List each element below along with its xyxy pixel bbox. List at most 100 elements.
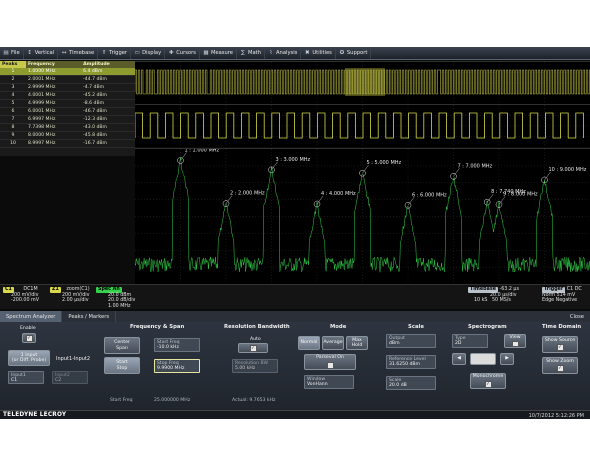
table-row[interactable]: 6 6.0001 MHz -46.7 dBm	[0, 107, 135, 116]
rbw-auto-checkbox[interactable]: ✓	[238, 343, 268, 353]
output-value: dBm	[389, 341, 400, 346]
spec-descriptor[interactable]: Spec An 20.0 dBm 20.0 dB/div 1.00 MHz	[96, 287, 135, 309]
spectrogram-view-checkbox[interactable]: View	[504, 334, 526, 348]
c1-descriptor[interactable]: C1 DC1M 200 mV/div -200.00 mV	[3, 287, 39, 304]
peak-frequency: 2.0001 MHz	[26, 75, 82, 84]
start-freq-readout-label: Start Freq	[110, 398, 133, 403]
table-row[interactable]: 8 7.7398 MHz -43.0 dBm	[0, 123, 135, 132]
z1-badge: Z1	[50, 287, 61, 293]
date-time: 10/7/2012 5:12:26 PM	[528, 412, 584, 419]
single-input-button[interactable]: 1 input (or Diff. Probe)	[8, 350, 50, 366]
menu-item-trigger[interactable]: ⇑ Trigger	[98, 47, 132, 59]
mode-maxhold-button[interactable]: Max Hold	[346, 336, 368, 350]
teledyne-lecroy-logo: TELEDYNE LECROY	[3, 412, 67, 418]
mode-title: Mode	[330, 324, 347, 330]
scale-title: Scale	[408, 324, 424, 330]
menu-item-math[interactable]: ∑ Math	[237, 47, 265, 59]
menu-label: Utilities	[312, 50, 332, 56]
timebase-descriptor[interactable]: Timebase -63.2 µs 20.0 µs/div 10 kS 50 M…	[468, 287, 519, 304]
input-mode-label[interactable]: Input1-Input2	[56, 356, 90, 362]
peak-index: 4	[0, 91, 26, 100]
spectrogram-type-field[interactable]: Type 2D	[452, 334, 488, 348]
output-field[interactable]: Output dBm	[386, 334, 436, 348]
window-field[interactable]: Window VonHann	[304, 375, 354, 389]
peaks-header-peaks[interactable]: Peaks	[0, 61, 26, 68]
trigger-level: 514 mV	[556, 292, 576, 298]
menu-label: Math	[248, 50, 261, 56]
tab-spectrum-analyzer[interactable]: Spectrum Analyzer	[0, 311, 63, 322]
menu-item-utilities[interactable]: ✖ Utilities	[301, 47, 336, 59]
close-button[interactable]: Close	[564, 311, 590, 322]
single-input-line2: (or Diff. Probe)	[11, 358, 47, 363]
mode-average-button[interactable]: Average	[322, 336, 344, 350]
menu-item-cursors[interactable]: ✚ Cursors	[165, 47, 200, 59]
show-source-checkbox[interactable]: Show Source ✓	[542, 336, 578, 353]
c1-offset: -200.00 mV	[11, 298, 39, 303]
menu-item-analysis[interactable]: ⌇ Analysis	[265, 47, 302, 59]
tab-peaks-markers[interactable]: Peaks / Markers	[62, 311, 117, 322]
table-row[interactable]: 5 4.9999 MHz -8.6 dBm	[0, 99, 135, 108]
show-zoom-checkbox[interactable]: Show Zoom ✓	[542, 357, 578, 374]
enable-checkbox[interactable]: ✓	[22, 333, 36, 343]
input1-field[interactable]: Input1 C1	[8, 371, 44, 384]
table-row[interactable]: 4 4.0001 MHz -45.2 dBm	[0, 91, 135, 100]
menu-item-measure[interactable]: ▦ Measure	[200, 47, 237, 59]
spectrogram-left-button[interactable]: ◀	[452, 353, 466, 365]
trigger-icon: ⇑	[101, 50, 107, 56]
reference-level-value: 31.6250 dBm	[389, 362, 420, 367]
z1-tdiv: 2.00 µs/div	[62, 298, 89, 303]
zoom-region-highlight	[345, 68, 385, 96]
menu-item-vertical[interactable]: ↕ Vertical	[24, 47, 59, 59]
rbw-value: 5.00 kHz	[235, 366, 256, 371]
monochrome-checkbox[interactable]: Monochrome ✓	[470, 373, 506, 389]
peaks-header-frequency[interactable]: Frequency	[26, 61, 82, 68]
table-row[interactable]: 1 1.0000 MHz 6.4 dBm	[0, 68, 135, 76]
zoom-trace-panel[interactable]	[135, 104, 590, 147]
menu-item-support[interactable]: ✪ Support	[336, 47, 372, 59]
status-bar: TELEDYNE LECROY 10/7/2012 5:12:26 PM	[0, 410, 590, 419]
mode-normal-button[interactable]: Normal	[298, 336, 320, 350]
c1-coupling: DC1M	[23, 287, 38, 292]
show-source-check-icon: ✓	[556, 344, 564, 352]
peak-frequency: 4.0001 MHz	[26, 91, 82, 100]
table-row[interactable]: 3 2.9999 MHz -4.7 dBm	[0, 83, 135, 92]
start-freq-field[interactable]: Start Freq -10.0 kHz	[154, 338, 200, 352]
input2-field[interactable]: Input2 C2	[52, 371, 88, 384]
parseval-checkbox[interactable]: Parseval On	[304, 354, 356, 370]
menu-item-timebase[interactable]: ↔ Timebase	[58, 47, 99, 59]
peak-marker-label: 1 : 1.000 MHz	[185, 149, 220, 153]
peak-index: 1	[0, 68, 26, 76]
spectrogram-slider[interactable]	[470, 353, 496, 365]
spec-scale: 20.0 dB/div	[108, 298, 136, 303]
scale-field[interactable]: Scale 20.0 dB	[386, 376, 436, 390]
rbw-field[interactable]: Resolution BW 5.00 kHz	[232, 359, 278, 373]
spectrogram-right-button[interactable]: ▶	[500, 353, 514, 365]
dialog-tab-strip: Spectrum Analyzer Peaks / Markers Close	[0, 311, 590, 322]
table-row[interactable]: 7 6.9997 MHz -12.3 dBm	[0, 115, 135, 124]
menu-item-file[interactable]: ▤ File	[0, 47, 24, 59]
center-span-button[interactable]: Center Span	[104, 337, 140, 354]
menu-label: Timebase	[69, 50, 95, 56]
table-row[interactable]: 10 8.9997 MHz -16.7 dBm	[0, 139, 135, 148]
menu-bar: ▤ File ↕ Vertical ↔ Timebase ⇑ Trigger ▭ Display ✚…	[0, 47, 590, 60]
input1-value: C1	[11, 378, 18, 383]
c1-vdiv: 200 mV/div	[11, 292, 39, 298]
auto-label: Auto	[250, 337, 261, 342]
peak-frequency: 7.7398 MHz	[26, 123, 82, 132]
peaks-header-amplitude[interactable]: Amplitude	[81, 61, 135, 68]
center-span-line2: Span	[116, 345, 128, 351]
source-trace-panel[interactable]	[135, 61, 590, 104]
timebase-div: 20.0 µs/div	[490, 292, 517, 298]
peak-marker-label: 2 : 2.000 MHz	[230, 191, 265, 197]
table-row[interactable]: 9 8.0000 MHz -45.8 dBm	[0, 131, 135, 140]
peak-index: 8	[0, 123, 26, 132]
parseval-check-icon	[326, 361, 334, 369]
trigger-descriptor[interactable]: Trigger C1 DC Norm 514 mV Edge Negative	[542, 287, 582, 304]
start-stop-button[interactable]: Start Stop	[104, 357, 140, 374]
reference-level-field[interactable]: Reference Level 31.6250 dBm	[386, 355, 436, 369]
z1-descriptor[interactable]: Z1 zoom(C1) 200 mV/div 2.00 µs/div	[50, 287, 90, 304]
stop-freq-field[interactable]: Stop Freq 9.9900 MHz	[154, 359, 200, 373]
menu-item-display[interactable]: ▭ Display	[131, 47, 166, 59]
spectrum-panel[interactable]: 1 : 1.000 MHz 2 : 2.000 MHz 3 : 3.000 MHz 4…	[135, 148, 590, 284]
table-row[interactable]: 2 2.0001 MHz -44.7 dBm	[0, 75, 135, 84]
